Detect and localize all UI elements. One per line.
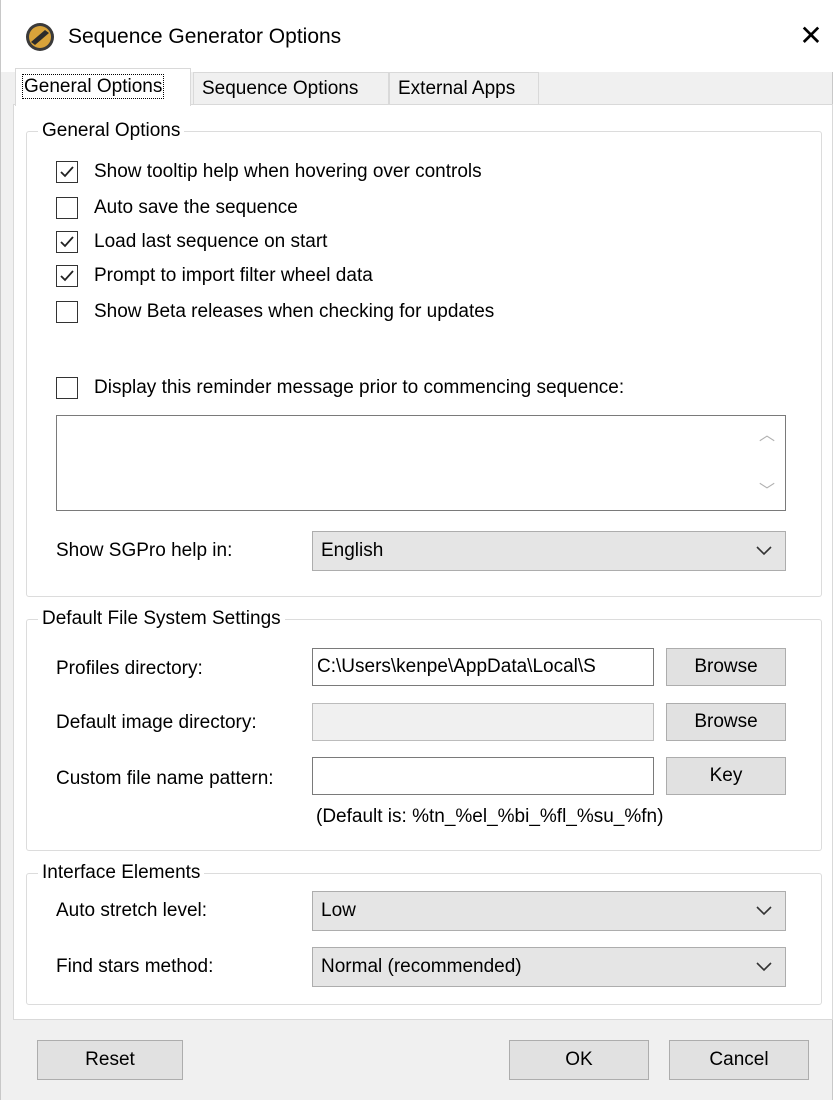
chevron-down-icon — [756, 546, 772, 556]
file-system-group-title: Default File System Settings — [38, 607, 285, 631]
beta-releases-label: Show Beta releases when checking for upd… — [94, 301, 495, 322]
profiles-directory-label: Profiles directory: — [56, 658, 203, 679]
import-filter-wheel-checkbox[interactable] — [56, 265, 78, 287]
reminder-checkbox[interactable] — [56, 377, 78, 399]
image-directory-browse-button[interactable]: Browse — [666, 703, 786, 741]
import-filter-wheel-label: Prompt to import filter wheel data — [94, 265, 373, 286]
help-language-select[interactable]: English — [312, 531, 786, 571]
ok-button[interactable]: OK — [509, 1040, 649, 1080]
image-directory-label: Default image directory: — [56, 712, 257, 733]
reminder-textarea[interactable]: ︿ ﹀ — [56, 415, 786, 511]
tab-general-options[interactable]: General Options — [15, 68, 191, 106]
chevron-down-icon — [756, 906, 772, 916]
load-last-sequence-checkbox[interactable] — [56, 231, 78, 253]
title-bar: Sequence Generator Options ✕ — [1, 0, 833, 72]
file-pattern-input[interactable] — [312, 757, 654, 795]
scroll-up-icon[interactable]: ︿ — [755, 424, 779, 448]
help-language-label: Show SGPro help in: — [56, 540, 233, 561]
find-stars-select[interactable]: Normal (recommended) — [312, 947, 786, 987]
scroll-down-icon[interactable]: ﹀ — [755, 480, 779, 504]
auto-stretch-label: Auto stretch level: — [56, 900, 208, 921]
chevron-down-icon — [756, 962, 772, 972]
reminder-label: Display this reminder message prior to c… — [94, 377, 625, 398]
profiles-browse-button[interactable]: Browse — [666, 648, 786, 686]
close-icon[interactable]: ✕ — [791, 18, 831, 54]
checkmark-icon — [60, 236, 74, 248]
tab-external-apps[interactable]: External Apps — [389, 72, 539, 104]
tooltip-help-label: Show tooltip help when hovering over con… — [94, 161, 482, 182]
checkmark-icon — [60, 166, 74, 178]
profiles-directory-input[interactable]: C:\Users\kenpe\AppData\Local\S — [312, 648, 654, 686]
window-title: Sequence Generator Options — [68, 25, 342, 48]
reset-button[interactable]: Reset — [37, 1040, 183, 1080]
tooltip-help-checkbox[interactable] — [56, 161, 78, 183]
default-pattern-hint: (Default is: %tn_%el_%bi_%fl_%su_%fn) — [316, 806, 664, 827]
find-stars-label: Find stars method: — [56, 956, 214, 977]
auto-stretch-select[interactable]: Low — [312, 891, 786, 931]
tab-panel-general: General Options Show tooltip help when h… — [13, 104, 833, 1020]
app-icon — [26, 23, 54, 51]
checkmark-icon — [60, 270, 74, 282]
auto-save-label: Auto save the sequence — [94, 197, 298, 218]
load-last-sequence-label: Load last sequence on start — [94, 231, 328, 252]
pattern-key-button[interactable]: Key — [666, 757, 786, 795]
tab-sequence-options[interactable]: Sequence Options — [193, 72, 389, 104]
auto-save-checkbox[interactable] — [56, 197, 78, 219]
cancel-button[interactable]: Cancel — [669, 1040, 809, 1080]
options-dialog: Sequence Generator Options ✕ General Opt… — [0, 0, 833, 1100]
beta-releases-checkbox[interactable] — [56, 301, 78, 323]
dialog-footer: Reset OK Cancel — [1, 1020, 833, 1100]
general-options-group-title: General Options — [38, 119, 185, 143]
image-directory-input[interactable] — [312, 703, 654, 741]
file-pattern-label: Custom file name pattern: — [56, 768, 274, 789]
interface-elements-group-title: Interface Elements — [38, 861, 205, 885]
